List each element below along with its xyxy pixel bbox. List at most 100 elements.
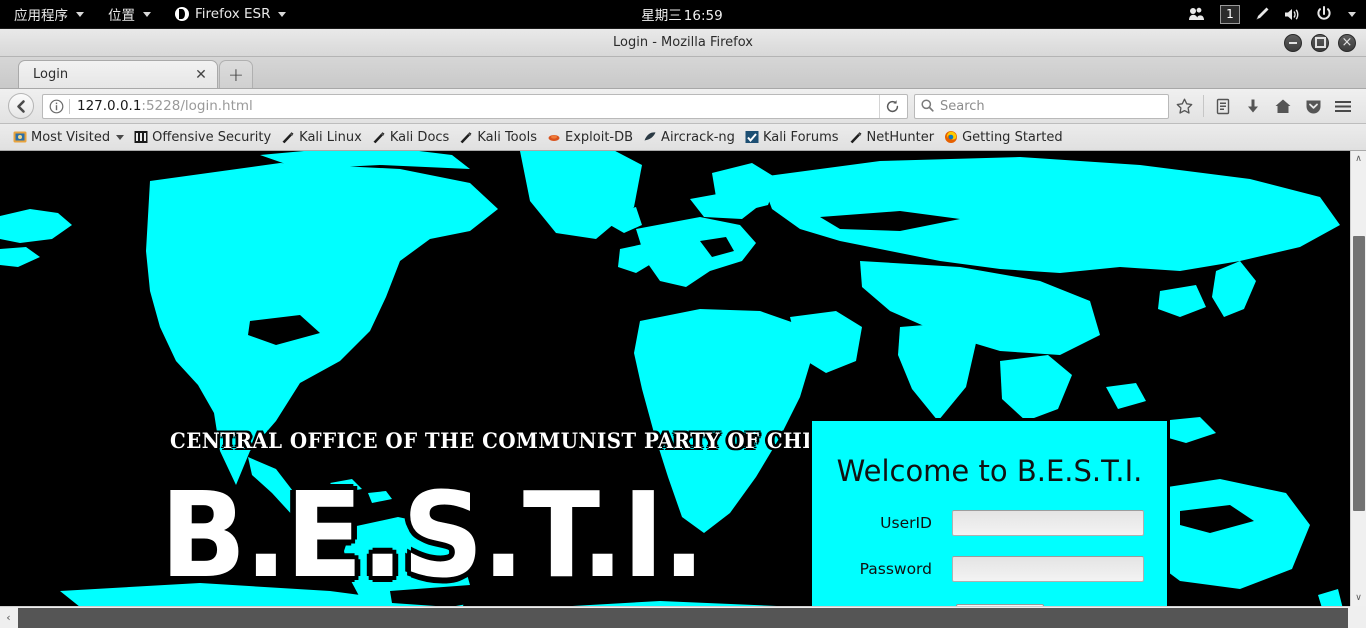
close-button[interactable] [1338, 33, 1356, 52]
horizontal-scrollbar-thumb[interactable] [18, 607, 1348, 628]
kali-forums-icon [745, 130, 759, 144]
bookmarks-toolbar: Most Visited Offensive Security Kali Lin… [0, 124, 1366, 151]
window-controls [1284, 33, 1366, 52]
firefox-icon [175, 7, 189, 21]
bookmark-nethunter[interactable]: NetHunter [844, 128, 940, 147]
bookmark-kali-linux[interactable]: Kali Linux [276, 128, 367, 147]
panel-menu-applications-label: 应用程序 [14, 8, 68, 24]
kali-dragon-icon [372, 130, 386, 144]
identity-icon[interactable] [49, 99, 64, 114]
maximize-button[interactable] [1311, 33, 1329, 52]
bookmark-label: Kali Linux [299, 129, 362, 145]
reload-icon[interactable] [879, 94, 905, 118]
firefox-icon [944, 130, 958, 144]
password-input[interactable] [952, 556, 1144, 582]
chevron-down-icon[interactable] [1348, 11, 1356, 17]
panel-menu-firefox-label: Firefox ESR [195, 6, 271, 22]
bookmark-kali-forums[interactable]: Kali Forums [740, 128, 844, 147]
workspace-indicator[interactable]: 1 [1220, 4, 1240, 24]
bookmark-label: Aircrack-ng [661, 129, 735, 145]
search-bar[interactable]: Search [914, 93, 1169, 119]
page-title: CENTRAL OFFICE OF THE COMMUNIST PARTY OF… [170, 429, 847, 454]
home-icon[interactable] [1268, 91, 1298, 121]
workspace-number: 1 [1226, 7, 1234, 21]
bookmark-offensive-security[interactable]: Offensive Security [129, 128, 276, 147]
panel-menu-places[interactable]: 位置 [96, 0, 163, 29]
url-bar[interactable]: 127.0.0.1:5228/login.html [42, 93, 908, 119]
bookmark-kali-docs[interactable]: Kali Docs [367, 128, 455, 147]
url-text: 127.0.0.1:5228/login.html [77, 98, 879, 114]
kali-dragon-icon [849, 130, 863, 144]
kali-dragon-icon [459, 130, 473, 144]
userid-label: UserID [880, 514, 932, 532]
tab-strip: Login ✕ + [0, 57, 1366, 89]
pen-icon[interactable] [1254, 6, 1270, 22]
minimize-button[interactable] [1284, 33, 1302, 52]
kali-dragon-icon [281, 130, 295, 144]
bookmark-label: Most Visited [31, 129, 111, 145]
chevron-down-icon [116, 134, 125, 140]
bookmark-exploit-db[interactable]: Exploit-DB [542, 128, 638, 147]
search-icon [921, 97, 934, 116]
navigation-toolbar: 127.0.0.1:5228/login.html Search [0, 89, 1366, 124]
scroll-up-arrow[interactable]: ∧ [1351, 151, 1366, 167]
aircrack-icon [643, 130, 657, 144]
power-icon[interactable] [1316, 6, 1332, 22]
hamburger-menu-icon[interactable] [1328, 91, 1358, 121]
search-input[interactable]: Search [940, 99, 985, 114]
vertical-scrollbar[interactable]: ∧ ∨ [1350, 151, 1366, 606]
panel-menu-firefox[interactable]: Firefox ESR [163, 0, 298, 29]
bookmark-label: Kali Docs [389, 129, 450, 145]
scroll-down-arrow[interactable]: ∨ [1351, 590, 1366, 606]
firefox-window: Login - Mozilla Firefox Login ✕ + 127.0.… [0, 29, 1366, 628]
clock-day: 星期三 [641, 8, 682, 24]
page-logo: B.E.S.T.I. [160, 466, 705, 604]
scroll-left-arrow[interactable]: ‹ [0, 607, 17, 628]
toolbar-divider [1203, 95, 1204, 117]
login-heading: Welcome to B.E.S.T.I. [836, 454, 1143, 488]
bookmark-label: Exploit-DB [564, 129, 634, 145]
reader-list-icon[interactable] [1208, 91, 1238, 121]
bookmark-getting-started[interactable]: Getting Started [939, 128, 1068, 147]
password-row: Password [812, 556, 1167, 582]
chevron-down-icon [143, 11, 151, 17]
bookmark-most-visited[interactable]: Most Visited [8, 128, 129, 147]
page-viewport: CENTRAL OFFICE OF THE COMMUNIST PARTY OF… [0, 151, 1350, 606]
panel-menu-places-label: 位置 [108, 8, 135, 24]
window-titlebar: Login - Mozilla Firefox [0, 29, 1366, 57]
bookmark-kali-tools[interactable]: Kali Tools [454, 128, 542, 147]
desktop-top-panel: 应用程序 位置 Firefox ESR 星期三 16:59 1 [0, 0, 1366, 29]
offensive-security-icon [134, 130, 148, 144]
most-visited-icon [13, 130, 27, 144]
bookmark-star-icon[interactable] [1169, 91, 1199, 121]
clock-time: 16:59 [683, 8, 723, 24]
system-tray: 1 [1189, 0, 1366, 29]
login-panel: Welcome to B.E.S.T.I. UserID Password Lo… [809, 418, 1170, 606]
downloads-icon[interactable] [1238, 91, 1268, 121]
close-icon[interactable]: ✕ [193, 67, 209, 83]
url-divider [69, 98, 70, 114]
chevron-down-icon [278, 11, 287, 17]
vertical-scrollbar-thumb[interactable] [1353, 236, 1365, 511]
tab-label: Login [33, 67, 69, 82]
page-content-area: CENTRAL OFFICE OF THE COMMUNIST PARTY OF… [0, 151, 1366, 628]
bookmark-label: NetHunter [866, 129, 935, 145]
window-title: Login - Mozilla Firefox [613, 35, 753, 50]
pocket-icon[interactable] [1298, 91, 1328, 121]
bookmark-label: Kali Tools [477, 129, 537, 145]
horizontal-scrollbar[interactable]: ‹ › [0, 606, 1366, 628]
scrollbar-corner [1350, 606, 1366, 628]
userid-input[interactable] [952, 510, 1144, 536]
bookmark-aircrack-ng[interactable]: Aircrack-ng [638, 128, 740, 147]
bookmark-label: Offensive Security [152, 129, 272, 145]
tab-login[interactable]: Login ✕ [18, 60, 218, 88]
bookmark-label: Kali Forums [762, 129, 839, 145]
video-icon[interactable] [1189, 7, 1206, 21]
panel-menu-applications[interactable]: 应用程序 [0, 0, 96, 29]
volume-icon[interactable] [1284, 7, 1302, 22]
new-tab-button[interactable]: + [219, 60, 253, 88]
url-path: :5228/login.html [141, 98, 253, 114]
exploit-db-icon [547, 130, 561, 144]
back-button[interactable] [8, 93, 34, 119]
password-label: Password [859, 560, 932, 578]
